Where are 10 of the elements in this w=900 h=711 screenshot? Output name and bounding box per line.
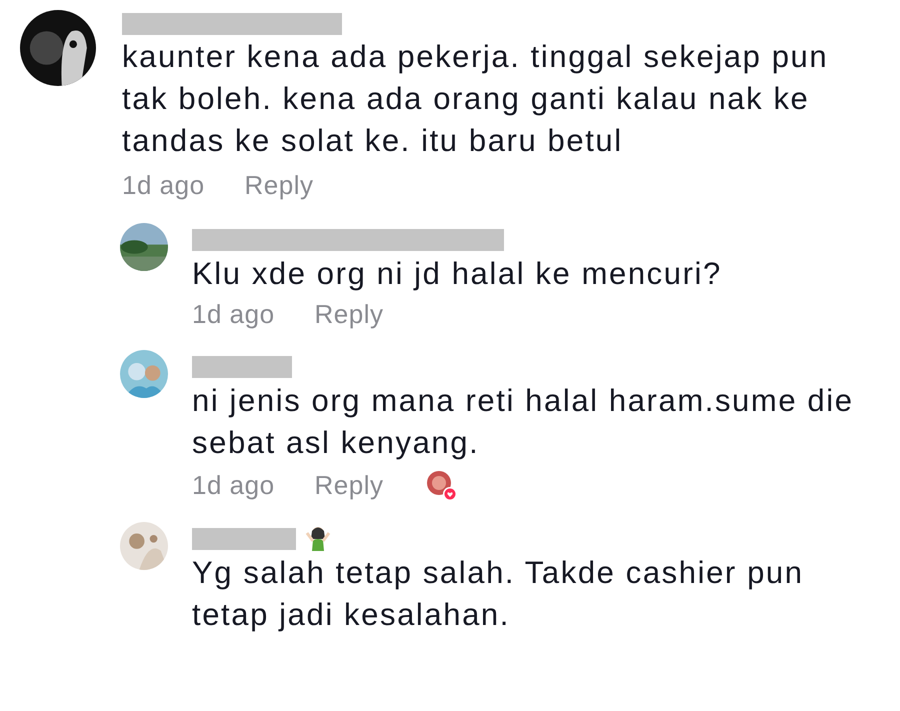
timestamp: 1d ago — [192, 470, 275, 500]
reply-link[interactable]: Reply — [244, 170, 314, 201]
timestamp: 1d ago — [122, 170, 205, 201]
reply-link[interactable]: Reply — [314, 299, 384, 330]
timestamp: 1d ago — [192, 299, 275, 330]
comment-text: ni jenis org mana reti halal haram.sume die sebat asl kenyang. — [192, 382, 855, 462]
comment-text: Klu xde org ni jd halal ke mencuri? — [192, 255, 723, 293]
comment-text: Yg salah tetap salah. Takde cashier pun tetap jadi kesalahan. — [192, 554, 805, 634]
reply-link[interactable]: Reply — [314, 470, 384, 500]
comment-text: kaunter kena ada pekerja. tinggal sekejap pun tak boleh. kena ada orang ganti kalau nak ke tandas ke solat ke. itu baru betul — [122, 38, 830, 160]
